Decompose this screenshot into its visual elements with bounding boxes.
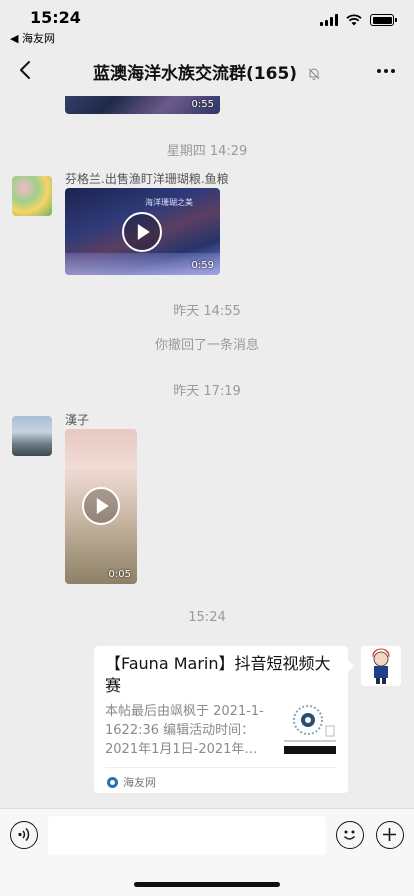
link-card[interactable]: 【Fauna Marin】抖音短视频大赛 本帖最后由飒枫于 2021-1-162… [94,646,354,793]
chat-title: 蓝澳海洋水族交流群(165) [0,59,414,84]
timestamp: 15:24 [188,610,226,625]
avatar[interactable] [12,176,52,216]
voice-icon[interactable] [10,821,38,849]
qr-logo-icon [284,705,336,754]
timestamp: 昨天 17:19 [173,384,241,399]
nav-bar: 蓝澳海洋水族交流群(165) [0,46,414,96]
video-overlay-text: 海洋珊瑚之美 [145,198,193,207]
back-to-app-link[interactable]: ◀ 海友网 [10,30,55,46]
message-input[interactable] [48,816,326,855]
chat-title-text: 蓝澳海洋水族交流群(165) [93,64,298,84]
more-icon[interactable] [374,59,398,83]
sender-name: 漢子 [65,413,90,427]
status-icons [320,14,397,26]
play-icon[interactable] [82,487,120,525]
status-bar: 15:24 ◀ 海友网 [0,0,414,46]
link-card-title: 【Fauna Marin】抖音短视频大赛 [105,654,331,695]
sender-name: 芬格兰.出售渔盯洋珊瑚粮.鱼粮 [65,172,229,186]
wifi-icon [346,14,362,26]
emoji-icon[interactable] [336,821,364,849]
status-time: 15:24 [30,8,81,27]
timestamp: 昨天 14:55 [173,304,241,319]
cartoon-avatar-icon [372,648,390,684]
link-card-source: 海友网 [107,774,156,790]
play-icon[interactable] [122,212,162,252]
signal-icon [320,14,338,26]
link-card-thumbnail [284,700,336,754]
link-card-description: 本帖最后由飒枫于 2021-1-1622:36 编辑活动时间：2021年1月1日… [105,704,264,757]
timestamp: 星期四 14:29 [166,144,248,159]
recall-notice: 你撤回了一条消息 [154,338,259,353]
link-card-source-label: 海友网 [123,776,156,789]
video-message[interactable]: 海洋珊瑚之美 0:59 [65,188,220,275]
battery-icon [370,14,397,26]
source-app-icon [107,776,118,788]
plus-icon[interactable] [376,821,404,849]
home-indicator [134,882,280,887]
divider [105,767,337,768]
mute-bell-icon [308,68,320,80]
video-duration: 0:05 [108,569,131,580]
my-avatar[interactable] [361,646,401,686]
chat-area[interactable]: 0:55 星期四 14:29 芬格兰.出售渔盯洋珊瑚粮.鱼粮 海洋珊瑚之美 0:… [0,96,414,808]
video-message[interactable]: 0:55 [65,96,220,114]
avatar[interactable] [12,416,52,456]
video-message[interactable]: 0:05 [65,429,137,584]
video-duration: 0:59 [191,260,214,271]
video-duration: 0:55 [191,99,214,110]
